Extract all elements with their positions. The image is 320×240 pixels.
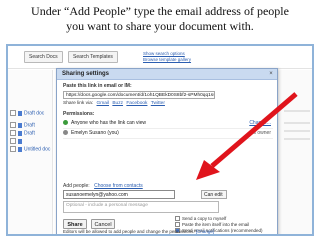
divider: [284, 110, 310, 112]
dialog-title: Sharing settings: [57, 69, 277, 80]
right-panel: [280, 70, 312, 234]
search-docs-button[interactable]: Search Docs: [24, 51, 63, 63]
doc-icon: [18, 146, 22, 152]
add-people-email-input[interactable]: susanoemelyn@yahoo.com: [63, 190, 175, 199]
add-people-section: Add people: Choose from contacts susanoe…: [63, 183, 275, 234]
share-via-buzz-link[interactable]: Buzz: [112, 101, 123, 106]
doc-icon: [18, 138, 22, 144]
change-permission-link[interactable]: Change...: [249, 119, 271, 128]
close-icon[interactable]: ×: [268, 71, 274, 77]
permission-row: Emelyn Susano (you) Is owner: [63, 129, 273, 139]
option-label: Send a copy to myself: [182, 216, 227, 221]
divider: [284, 122, 310, 124]
template-gallery-link[interactable]: Browse template gallery: [143, 57, 191, 62]
choose-contacts-link[interactable]: Choose from contacts: [94, 183, 143, 189]
divider: [284, 138, 310, 140]
list-item-label: Draft: [24, 130, 35, 137]
slide-caption: Under “Add People” type the email addres…: [8, 4, 312, 34]
share-via-gmail-link[interactable]: Gmail: [96, 101, 109, 106]
list-item-label: [24, 138, 25, 144]
caption-line-2: you want to share your document with.: [66, 19, 254, 33]
share-via-label: Share link via:: [63, 101, 94, 106]
permission-text: Anyone who has the link can view: [71, 120, 147, 126]
globe-icon: [63, 120, 68, 126]
caption-line-1: Under “Add People” type the email addres…: [31, 4, 289, 18]
list-item[interactable]: Untitled doc: [10, 146, 50, 153]
doc-icon: [18, 130, 22, 136]
permission-text: Emelyn Susano (you): [71, 130, 119, 136]
share-button[interactable]: Share: [63, 219, 87, 229]
add-people-row: Add people: Choose from contacts: [63, 183, 143, 189]
checkbox[interactable]: [175, 216, 180, 222]
add-people-label: Add people:: [63, 183, 90, 189]
share-via-row: Share link via: Gmail Buzz Facebook Twit…: [63, 101, 165, 106]
owner-label: Is owner: [252, 130, 271, 136]
list-item[interactable]: Draft: [10, 130, 35, 137]
checkbox[interactable]: [175, 222, 180, 228]
checkbox[interactable]: [10, 122, 16, 128]
screenshot-frame: Search Docs Search Templates Show search…: [6, 44, 314, 236]
docs-toolbar: Search Docs Search Templates Show search…: [8, 46, 312, 69]
option-send-copy[interactable]: Send a copy to myself: [175, 216, 275, 222]
option-label: Paste the item itself into the email: [182, 222, 250, 227]
list-item-label: Draft doc: [24, 110, 45, 117]
search-options-link[interactable]: Show search options: [143, 51, 185, 56]
permissions-label: Permissions:: [63, 111, 95, 117]
list-item-label: Untitled doc: [24, 146, 51, 153]
list-item[interactable]: Draft: [10, 122, 35, 129]
list-item[interactable]: [10, 138, 25, 145]
share-via-facebook-link[interactable]: Facebook: [126, 101, 147, 106]
permission-row: Anyone who has the link can view Change.…: [63, 119, 273, 129]
link-label: Paste this link in email or IM:: [63, 83, 132, 89]
checkbox[interactable]: [10, 146, 16, 152]
editors-change-link[interactable]: [Change]: [196, 229, 214, 234]
search-templates-button[interactable]: Search Templates: [68, 51, 118, 63]
cancel-button[interactable]: Cancel: [91, 219, 115, 229]
personal-message-input[interactable]: Optional - include a personal message: [63, 201, 219, 213]
role-select[interactable]: Can edit ▾: [201, 190, 227, 207]
doc-icon: [18, 122, 22, 128]
doc-list: Draft doc Draft Draft Untitled doc: [8, 70, 53, 234]
editors-note: Editors will be allowed to add people an…: [63, 229, 214, 234]
list-item-label: Draft: [24, 122, 35, 129]
share-via-twitter-link[interactable]: Twitter: [151, 101, 165, 106]
editors-note-text: Editors will be allowed to add people an…: [63, 229, 195, 234]
checkbox[interactable]: [10, 130, 16, 136]
checkbox[interactable]: [10, 138, 16, 144]
doc-icon: [18, 110, 22, 116]
sharing-settings-dialog: Sharing settings × Paste this link in em…: [56, 68, 278, 234]
divider: [284, 130, 310, 132]
option-paste-item[interactable]: Paste the item itself into the email: [175, 222, 275, 228]
share-link-field[interactable]: https://docs.google.com/document/d/1oh1Q…: [63, 91, 215, 99]
person-icon: [63, 130, 68, 136]
checkbox[interactable]: [10, 110, 16, 116]
list-item[interactable]: Draft doc: [10, 110, 44, 117]
